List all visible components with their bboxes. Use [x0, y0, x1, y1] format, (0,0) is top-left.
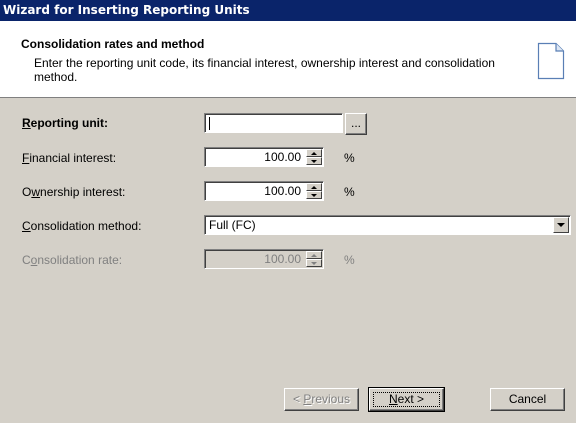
spin-up-icon[interactable]: [306, 149, 322, 157]
wizard-dialog: Wizard for Inserting Reporting Units Con…: [0, 0, 576, 423]
consolidation-rate-unit: %: [344, 253, 355, 267]
wizard-header: Consolidation rates and method Enter the…: [0, 21, 576, 98]
next-button[interactable]: Next >: [368, 387, 445, 412]
consolidation-rate-input: 100.00: [204, 249, 324, 269]
window-title: Wizard for Inserting Reporting Units: [0, 0, 576, 21]
chevron-down-icon[interactable]: [553, 217, 569, 233]
reporting-unit-input[interactable]: [204, 113, 343, 133]
spin-down-icon: [306, 259, 322, 267]
spin-up-icon: [306, 251, 322, 259]
spin-down-icon[interactable]: [306, 191, 322, 199]
spin-up-icon[interactable]: [306, 183, 322, 191]
header-title: Consolidation rates and method: [21, 37, 205, 51]
financial-interest-input[interactable]: 100.00: [204, 147, 324, 167]
consolidation-rate-label: Consolidation rate:: [22, 253, 123, 267]
ownership-interest-label: Ownership interest:: [22, 185, 126, 199]
cancel-button[interactable]: Cancel: [490, 388, 565, 411]
focus-rectangle: [373, 392, 440, 407]
spin-down-icon[interactable]: [306, 157, 322, 165]
ownership-interest-input[interactable]: 100.00: [204, 181, 324, 201]
financial-interest-spinner[interactable]: [306, 149, 322, 165]
header-subtitle: Enter the reporting unit code, its finan…: [34, 56, 495, 84]
browse-button[interactable]: ...: [345, 113, 367, 135]
text-caret: [209, 117, 210, 131]
ownership-interest-spinner[interactable]: [306, 183, 322, 199]
consolidation-rate-spinner: [306, 251, 322, 267]
financial-interest-label: Financial interest:: [22, 151, 117, 165]
ownership-interest-unit: %: [344, 185, 355, 199]
consolidation-method-select[interactable]: Full (FC): [204, 215, 571, 235]
previous-button: < Previous: [284, 388, 359, 411]
financial-interest-unit: %: [344, 151, 355, 165]
reporting-unit-label: Reporting unit:: [22, 116, 108, 130]
consolidation-method-label: Consolidation method:: [22, 219, 142, 233]
document-icon: [537, 42, 565, 80]
